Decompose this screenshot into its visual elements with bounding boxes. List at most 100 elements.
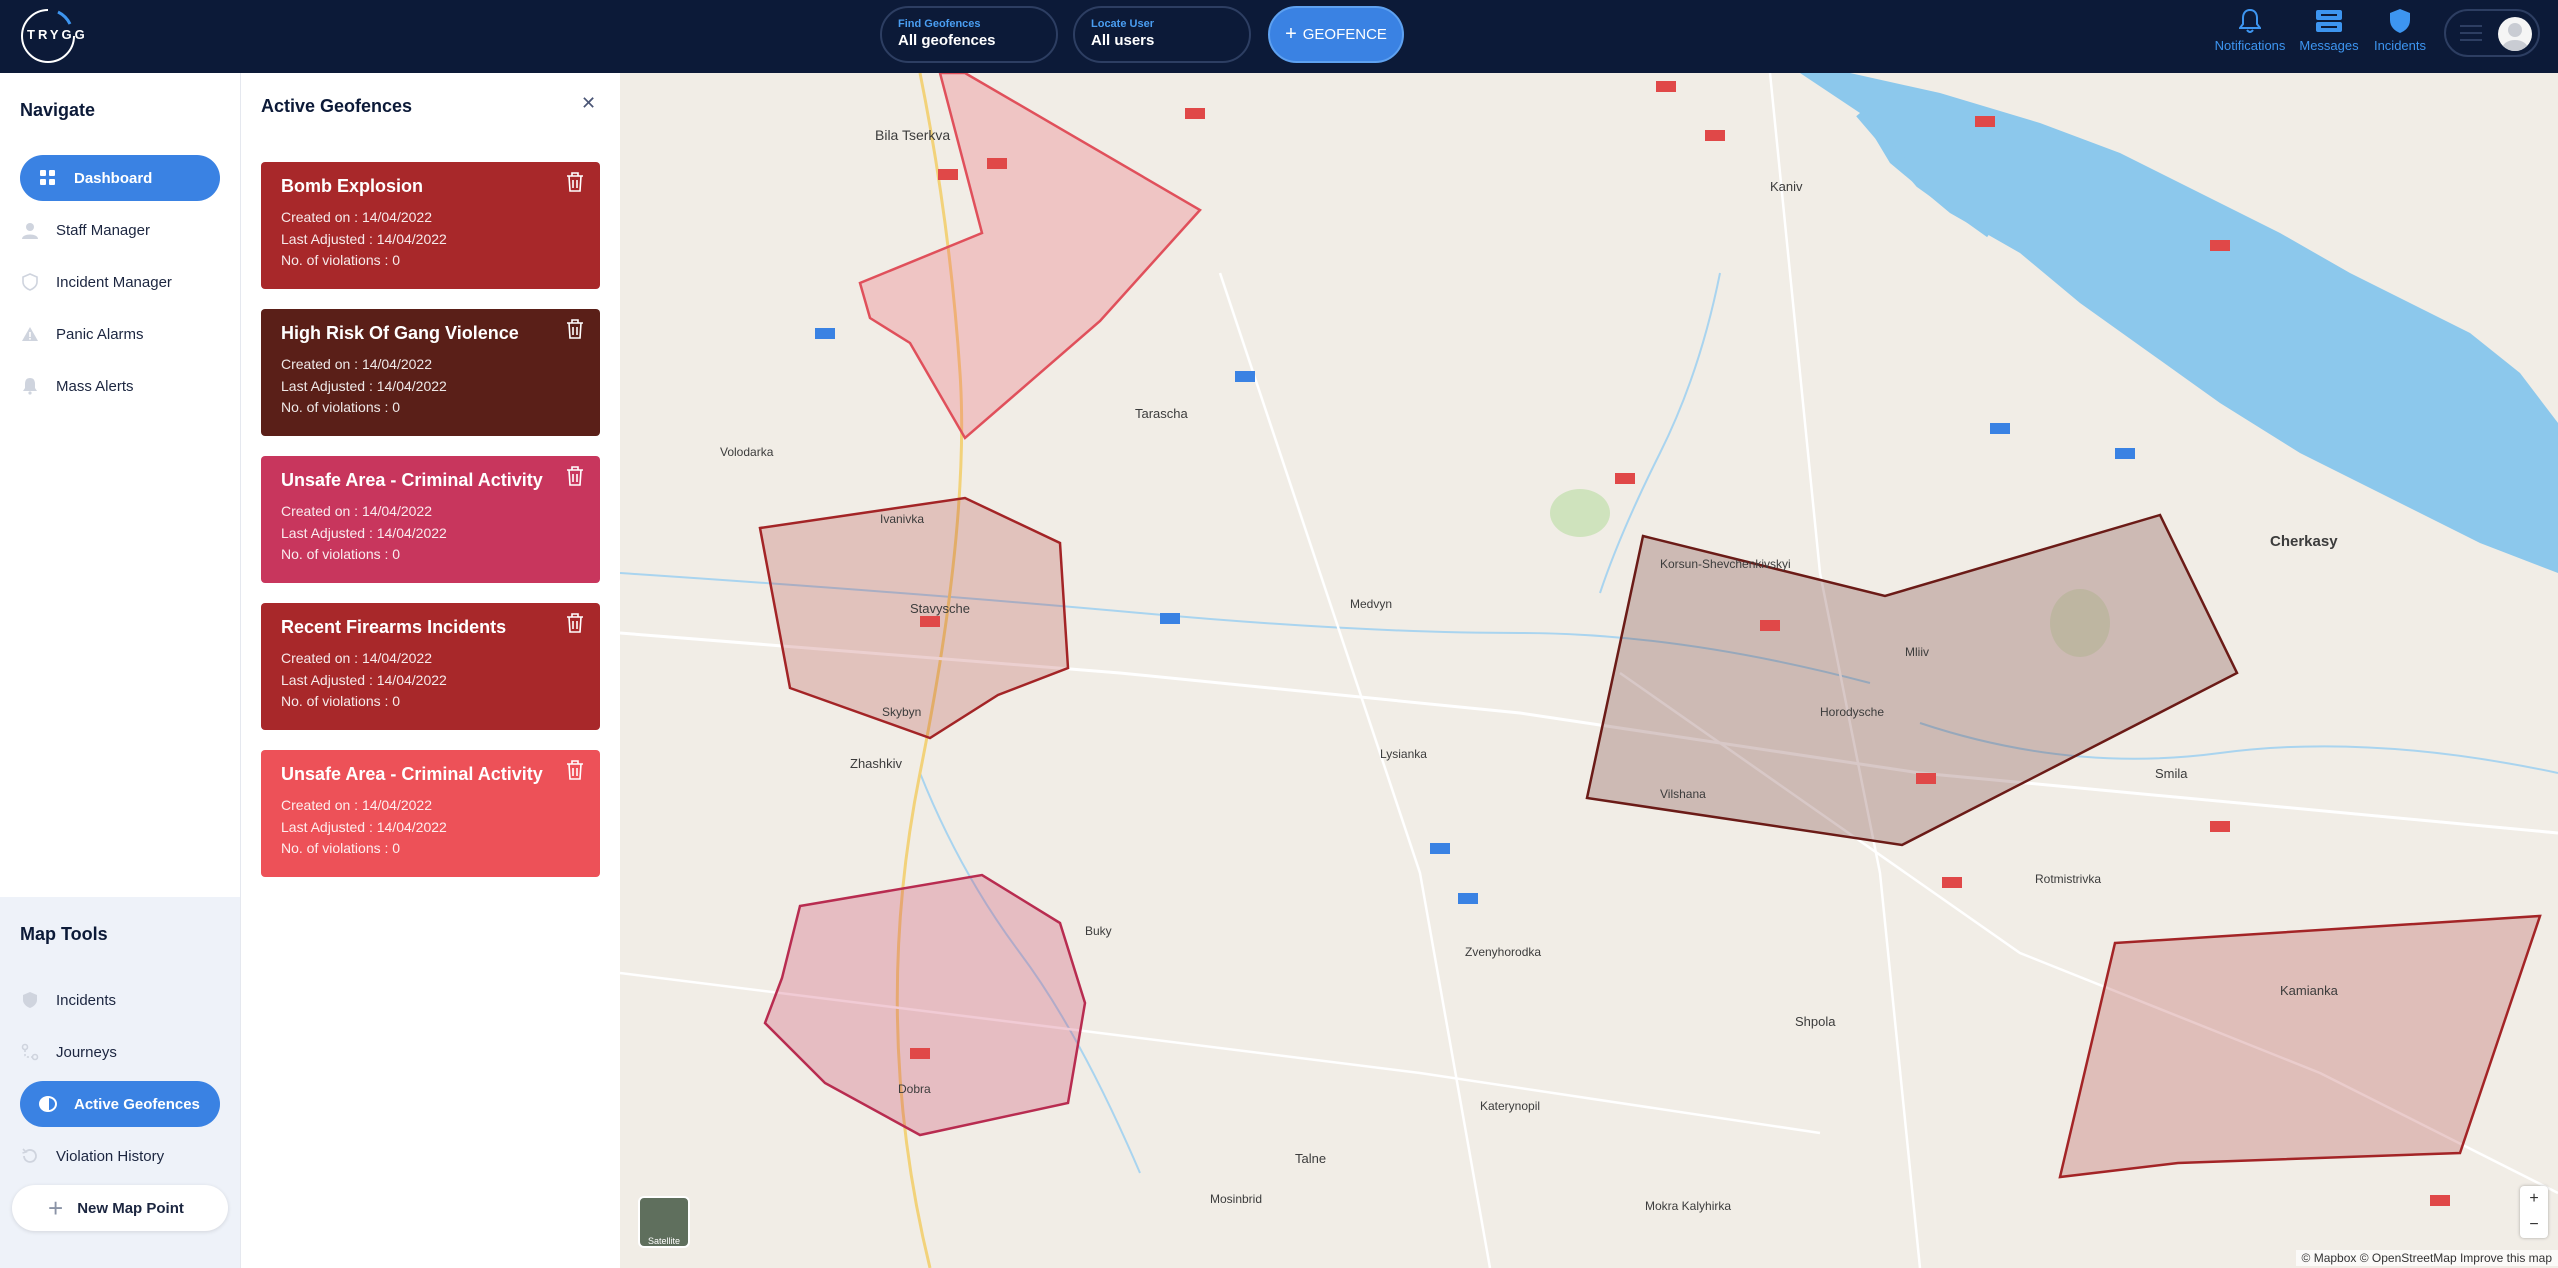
messages-label: Messages xyxy=(2299,38,2359,53)
geofence-icon xyxy=(38,1094,58,1114)
geofence-card-title: Unsafe Area - Criminal Activity xyxy=(281,764,543,784)
notifications-button[interactable]: Notifications xyxy=(2210,8,2290,53)
add-geofence-button[interactable]: + GEOFENCE xyxy=(1268,6,1404,63)
sidebar-item-panic-alarms[interactable]: Panic Alarms xyxy=(20,311,220,357)
notifications-label: Notifications xyxy=(2214,38,2286,53)
sidebar-item-staff-manager[interactable]: Staff Manager xyxy=(20,207,220,253)
map-view[interactable]: Bila Tserkva Kaniv Cherkasy Stavysche Zh… xyxy=(620,73,2558,1268)
satellite-toggle[interactable]: Satellite xyxy=(638,1196,690,1248)
shield-icon xyxy=(20,272,40,292)
geofence-created: Created on : 14/04/2022 xyxy=(281,209,433,225)
geofence-violations: No. of violations : 0 xyxy=(281,399,401,415)
map-tool-label: Incidents xyxy=(56,991,117,1009)
map-label: Bila Tserkva xyxy=(875,127,950,143)
geofence-created: Created on : 14/04/2022 xyxy=(281,650,433,666)
map-tool-label: Active Geofences xyxy=(74,1095,200,1113)
geofence-violations: No. of violations : 0 xyxy=(281,252,401,268)
geofence-card-title: Unsafe Area - Criminal Activity xyxy=(281,470,543,490)
map-tools-title: Map Tools xyxy=(20,924,108,944)
geofence-card[interactable]: Recent Firearms Incidents Created on : 1… xyxy=(261,603,600,730)
geofence-card[interactable]: Unsafe Area - Criminal Activity Created … xyxy=(261,456,600,583)
sidebar-item-label: Incident Manager xyxy=(56,273,172,291)
map-tool-label: Violation History xyxy=(56,1147,165,1165)
user-avatar-icon xyxy=(2502,23,2528,51)
geofence-adjusted: Last Adjusted : 14/04/2022 xyxy=(281,377,447,394)
map-label: Mliiv xyxy=(1905,645,1929,659)
user-menu[interactable] xyxy=(2444,9,2540,57)
grid-icon xyxy=(38,168,58,188)
map-label: Shpola xyxy=(1795,1014,1836,1029)
find-geofences-caption: Find Geofences xyxy=(898,18,981,30)
sidebar-item-mass-alerts[interactable]: Mass Alerts xyxy=(20,363,220,409)
avatar[interactable] xyxy=(2498,17,2532,51)
geofence-card[interactable]: Unsafe Area - Criminal Activity Created … xyxy=(261,750,600,877)
map-label: Smila xyxy=(2155,766,2188,781)
map-tool-label: Journeys xyxy=(56,1043,117,1061)
map-label: Volodarka xyxy=(720,445,774,459)
geofence-adjusted: Last Adjusted : 14/04/2022 xyxy=(281,818,447,835)
logo-text: TRYGG xyxy=(27,27,88,42)
sidebar-item-label: Staff Manager xyxy=(56,221,150,239)
panel-title: Active Geofences xyxy=(261,96,413,116)
map-label: Ivanivka xyxy=(880,512,924,526)
incidents-button[interactable]: Incidents xyxy=(2360,8,2440,53)
map-label: Rotmistrivka xyxy=(2035,872,2101,886)
geofence-card-title: Bomb Explosion xyxy=(281,176,424,196)
geofence-created: Created on : 14/04/2022 xyxy=(281,356,433,372)
find-geofences-select[interactable]: Find Geofences All geofences xyxy=(880,6,1058,63)
geofence-card-title: Recent Firearms Incidents xyxy=(281,617,507,637)
shield-icon xyxy=(20,990,40,1010)
sidebar-item-label: Mass Alerts xyxy=(56,377,134,395)
new-map-point-button[interactable]: + New Map Point xyxy=(12,1185,228,1231)
shield-icon xyxy=(2390,9,2410,33)
messages-icon xyxy=(2316,10,2342,32)
trash-icon[interactable] xyxy=(566,613,584,633)
map-tool-journeys[interactable]: Journeys xyxy=(20,1029,220,1075)
map-label: Cherkasy xyxy=(2270,533,2338,550)
map-label: Dobra xyxy=(898,1082,931,1096)
find-geofences-value: All geofences xyxy=(898,32,996,49)
menu-icon xyxy=(2460,25,2482,46)
geofence-created: Created on : 14/04/2022 xyxy=(281,503,433,519)
map-label: Katerynopil xyxy=(1480,1099,1540,1113)
map-label: Lysianka xyxy=(1380,747,1427,761)
top-bar: TRYGG Find Geofences All geofences Locat… xyxy=(0,0,2558,73)
trash-icon[interactable] xyxy=(566,760,584,780)
geofence-card-title: High Risk Of Gang Violence xyxy=(281,323,519,343)
map-label: Mokra Kalyhirka xyxy=(1645,1199,1731,1213)
zoom-out-button[interactable]: − xyxy=(2520,1212,2548,1238)
trash-icon[interactable] xyxy=(566,466,584,486)
map-canvas[interactable]: Bila Tserkva Kaniv Cherkasy Stavysche Zh… xyxy=(620,73,2558,1268)
user-icon xyxy=(20,220,40,240)
map-label: Tarascha xyxy=(1135,406,1189,421)
zoom-in-button[interactable]: + xyxy=(2520,1186,2548,1212)
route-icon xyxy=(20,1042,40,1062)
map-label: Stavysche xyxy=(910,601,970,616)
zoom-control: + − xyxy=(2520,1186,2548,1238)
geofence-card[interactable]: High Risk Of Gang Violence Created on : … xyxy=(261,309,600,436)
trash-icon[interactable] xyxy=(566,172,584,192)
map-label: Zvenyhorodka xyxy=(1465,945,1541,959)
map-label: Medvyn xyxy=(1350,597,1392,611)
map-label: Mosinbrid xyxy=(1210,1192,1262,1206)
map-tool-active-geofences[interactable]: Active Geofences xyxy=(20,1081,220,1127)
trash-icon[interactable] xyxy=(566,319,584,339)
close-icon[interactable]: ✕ xyxy=(581,93,596,114)
incidents-label: Incidents xyxy=(2373,38,2427,53)
sidebar-item-dashboard[interactable]: Dashboard xyxy=(20,155,220,201)
map-label: Kamianka xyxy=(2280,983,2339,998)
geofence-adjusted: Last Adjusted : 14/04/2022 xyxy=(281,671,447,688)
warning-icon xyxy=(20,324,40,344)
map-attribution[interactable]: © Mapbox © OpenStreetMap Improve this ma… xyxy=(2295,1250,2558,1266)
sidebar-item-incident-manager[interactable]: Incident Manager xyxy=(20,259,220,305)
locate-user-caption: Locate User xyxy=(1091,18,1154,30)
geofence-violations: No. of violations : 0 xyxy=(281,840,401,856)
active-geofences-panel: Active Geofences ✕ Bomb Explosion Create… xyxy=(240,73,620,1268)
locate-user-select[interactable]: Locate User All users xyxy=(1073,6,1251,63)
add-geofence-label: GEOFENCE xyxy=(1302,26,1387,43)
map-tool-violation-history[interactable]: Violation History xyxy=(20,1133,220,1179)
geofence-adjusted: Last Adjusted : 14/04/2022 xyxy=(281,230,447,247)
geofence-card[interactable]: Bomb Explosion Created on : 14/04/2022 L… xyxy=(261,162,600,289)
messages-button[interactable]: Messages xyxy=(2289,8,2369,53)
map-tool-incidents[interactable]: Incidents xyxy=(20,977,220,1023)
